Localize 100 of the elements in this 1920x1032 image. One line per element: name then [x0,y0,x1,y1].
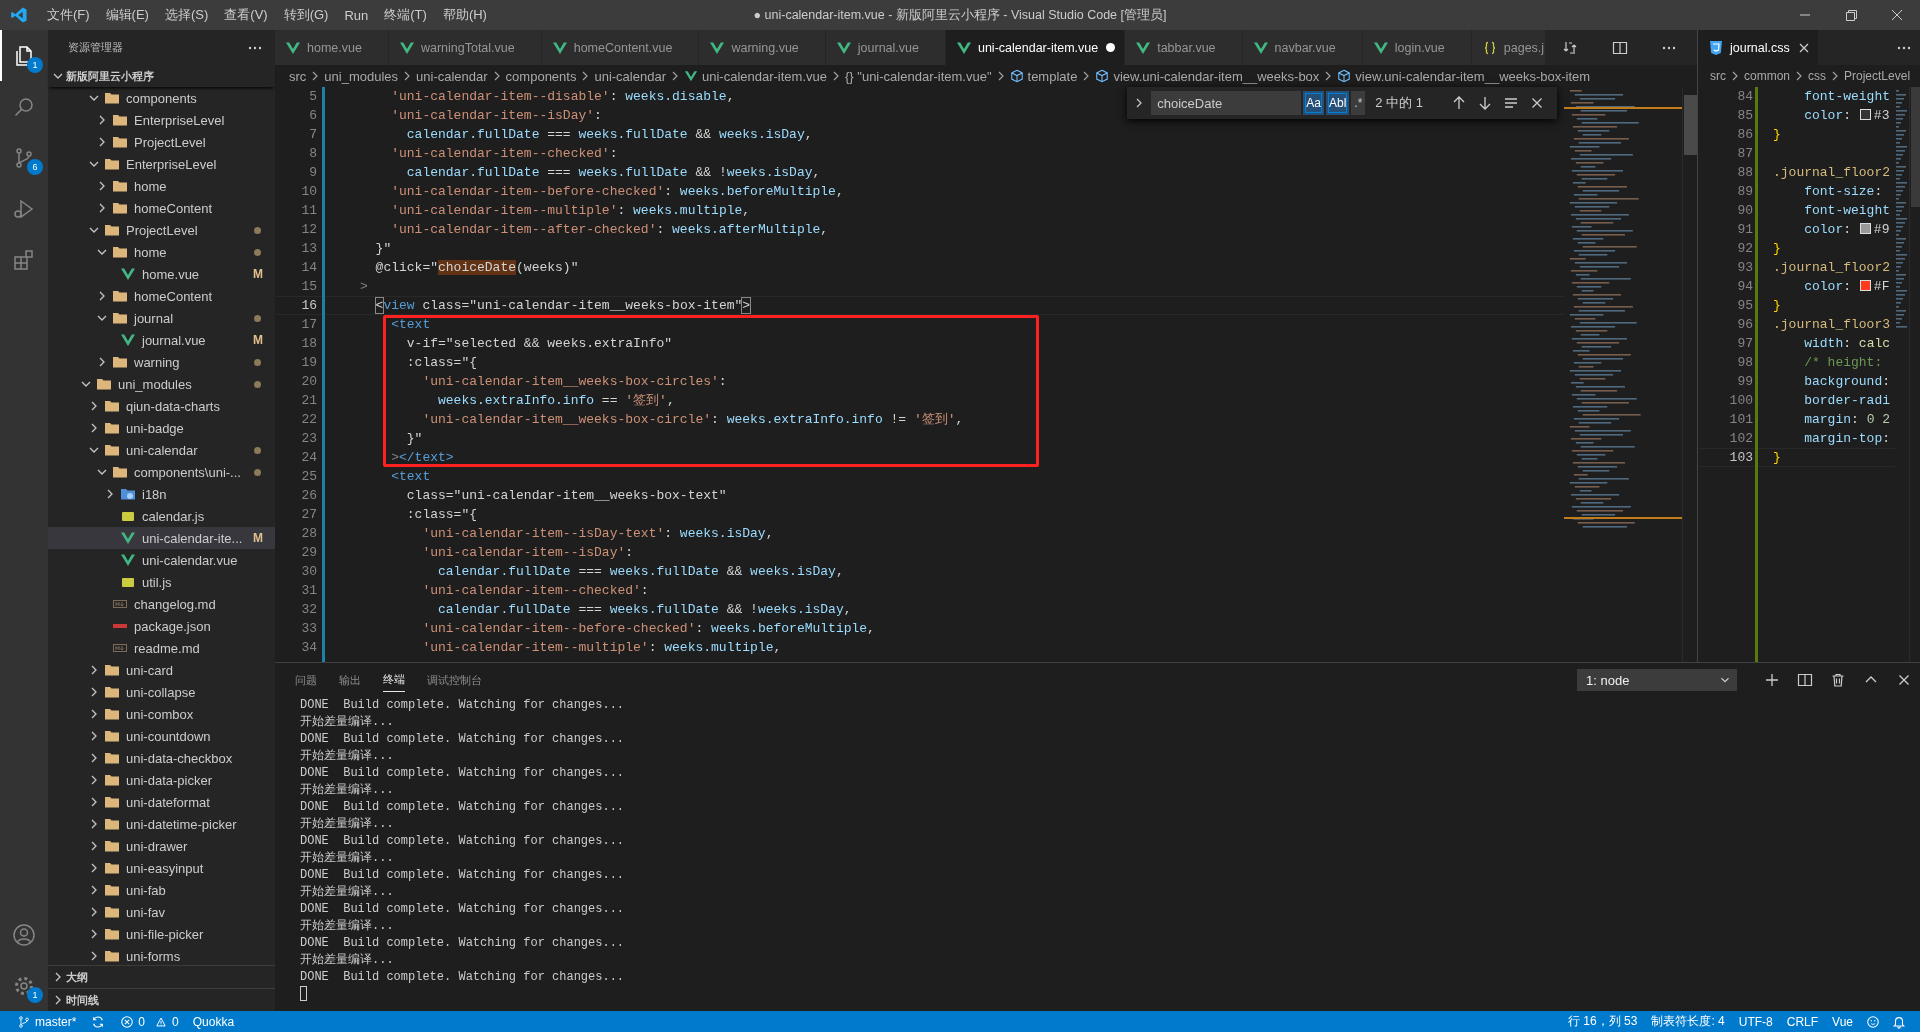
arrow-down-icon[interactable] [1477,95,1493,111]
scrollbar-thumb[interactable] [1911,87,1920,207]
file-tree-item[interactable]: util.js [48,571,275,593]
split-icon[interactable] [1796,672,1813,688]
breadcrumb-item[interactable]: common [1744,69,1790,83]
menu-item[interactable]: 终端(T) [377,3,434,27]
file-tree-item[interactable]: journal.vue M [48,329,275,351]
editor-tab[interactable]: tabbar.vue [1125,30,1243,65]
file-tree-item[interactable]: uni-collapse [48,681,275,703]
editor-tab[interactable]: journal.css [1698,30,1819,65]
file-tree-item[interactable]: homeContent [48,285,275,307]
panel-tab[interactable]: 调试控制台 [427,668,482,692]
editor-tab[interactable]: navbar.vue [1242,30,1363,65]
breadcrumb-item[interactable]: css [1808,69,1826,83]
file-tree-item[interactable]: i18n [48,483,275,505]
menu-item[interactable]: 文件(F) [40,3,97,27]
file-tree-item[interactable]: EnterpriseLevel [48,109,275,131]
file-tree-item[interactable]: home [48,175,275,197]
file-tree-item[interactable]: home.vue M [48,263,275,285]
file-tree-item[interactable]: changelog.md [48,593,275,615]
status-item[interactable]: Quokka [185,1014,242,1029]
file-tree-item[interactable]: home [48,241,275,263]
breadcrumb-item[interactable]: template [1027,68,1078,84]
file-tree-item[interactable]: uni-fab [48,879,275,901]
file-tree-item[interactable]: warning [48,351,275,373]
branch-status[interactable]: master* [10,1014,84,1029]
menu-item[interactable]: 编辑(E) [98,3,156,27]
file-tree-item[interactable]: uni-combox [48,703,275,725]
status-item[interactable]: UTF-8 [1731,1014,1780,1029]
find-option-toggle[interactable]: Abl [1325,91,1350,115]
file-tree-item[interactable]: uni-calendar.vue [48,549,275,571]
editor-tab[interactable]: journal.vue [825,30,946,65]
editor-tab[interactable]: home.vue [275,30,389,65]
file-tree-item[interactable]: uni-countdown [48,725,275,747]
menu-item[interactable]: 查看(V) [217,3,275,27]
editor-tab[interactable]: uni-calendar-item.vue [945,30,1126,65]
breadcrumb-item[interactable]: view.uni-calendar-item__weeks-box [1113,68,1320,84]
menu-item[interactable]: 选择(S) [157,3,216,27]
file-tree-item[interactable]: uni-dateformat [48,791,275,813]
editor-tab[interactable]: login.vue [1362,30,1472,65]
file-tree-item[interactable]: uni-calendar [48,439,275,461]
panel-tab[interactable]: 问题 [295,668,317,692]
editor-tab[interactable]: warning.vue [699,30,826,65]
file-tree-item[interactable]: uni-datetime-picker [48,813,275,835]
file-tree-item[interactable]: calendar.js [48,505,275,527]
file-tree-item[interactable]: package.json [48,615,275,637]
file-tree-item[interactable]: qiun-data-charts [48,395,275,417]
status-item[interactable]: 行 16，列 53 [1561,1013,1645,1030]
plus-icon[interactable] [1763,672,1780,688]
breadcrumb-item[interactable]: uni-calendar-item.vue [702,68,827,84]
panel-tab[interactable]: 输出 [339,668,361,692]
file-tree-item[interactable]: ProjectLevel [48,131,275,153]
find-field[interactable]: choiceDate [1151,91,1302,115]
file-tree-item[interactable]: EnterpriseLevel [48,153,275,175]
find-option-toggle[interactable]: Aa [1303,91,1324,115]
warnings-status[interactable]: 0 [152,1014,186,1029]
file-tree-item[interactable]: homeContent [48,197,275,219]
file-tree-item[interactable]: uni-badge [48,417,275,439]
errors-status[interactable]: 0 [113,1014,153,1029]
activity-bar-item[interactable]: 1 [0,960,48,1011]
breadcrumb-item[interactable]: {} "uni-calendar-item.vue" [845,68,992,84]
file-tree-item[interactable]: ProjectLevel [48,219,275,241]
file-tree-item[interactable]: uni-forms [48,945,275,965]
file-tree-item[interactable]: uni_modules [48,373,275,395]
scrollbar-thumb[interactable] [1684,95,1697,155]
file-tree-item[interactable]: uni-fav [48,901,275,923]
find-option-toggle[interactable]: .* [1351,91,1366,115]
editor-tab[interactable]: pages.j [1471,30,1545,65]
editor-tab[interactable]: homeContent.vue [541,30,700,65]
feedback-icon[interactable] [1866,1014,1880,1029]
file-tree-item[interactable]: uni-drawer [48,835,275,857]
section-header[interactable]: 大纲 [48,965,275,988]
menu-item[interactable]: 帮助(H) [435,3,494,27]
status-item[interactable]: CRLF [1779,1014,1826,1029]
editor-tab[interactable]: warningTotal.vue [388,30,542,65]
file-tree-item[interactable]: components\uni-... [48,461,275,483]
panel-tab[interactable]: 终端 [383,668,405,692]
activity-bar-item[interactable]: 6 [0,132,48,183]
breadcrumb-item[interactable]: uni-calendar [416,68,488,84]
breadcrumb-item[interactable]: uni-calendar [594,68,666,84]
terminal-select[interactable]: 1: node [1577,669,1737,691]
breadcrumb-item[interactable]: uni_modules [324,68,399,84]
status-item[interactable]: 制表符长度: 4 [1644,1013,1732,1030]
breadcrumb-item[interactable]: components [505,68,577,84]
section-header[interactable]: 新版阿里云小程序 [48,65,275,87]
file-tree-item[interactable]: journal [48,307,275,329]
compare-icon[interactable] [1563,39,1579,56]
menu-item[interactable]: 转到(G) [276,3,336,27]
status-item[interactable]: Vue [1825,1014,1860,1029]
file-tree-item[interactable]: uni-file-picker [48,923,275,945]
file-tree-item[interactable]: uni-data-picker [48,769,275,791]
bell-icon[interactable] [1892,1014,1906,1029]
breadcrumb-item[interactable]: view.uni-calendar-item__weeks-box-item [1355,68,1591,84]
sync-icon[interactable] [91,1014,106,1029]
file-tree-item[interactable]: uni-easyinput [48,857,275,879]
file-tree-item[interactable]: uni-card [48,659,275,681]
split-editor-icon[interactable] [1612,39,1628,56]
file-tree-item[interactable]: uni-calendar-ite... M [48,527,275,549]
breadcrumb-item[interactable]: src [289,68,307,84]
file-tree-item[interactable]: uni-data-checkbox [48,747,275,769]
